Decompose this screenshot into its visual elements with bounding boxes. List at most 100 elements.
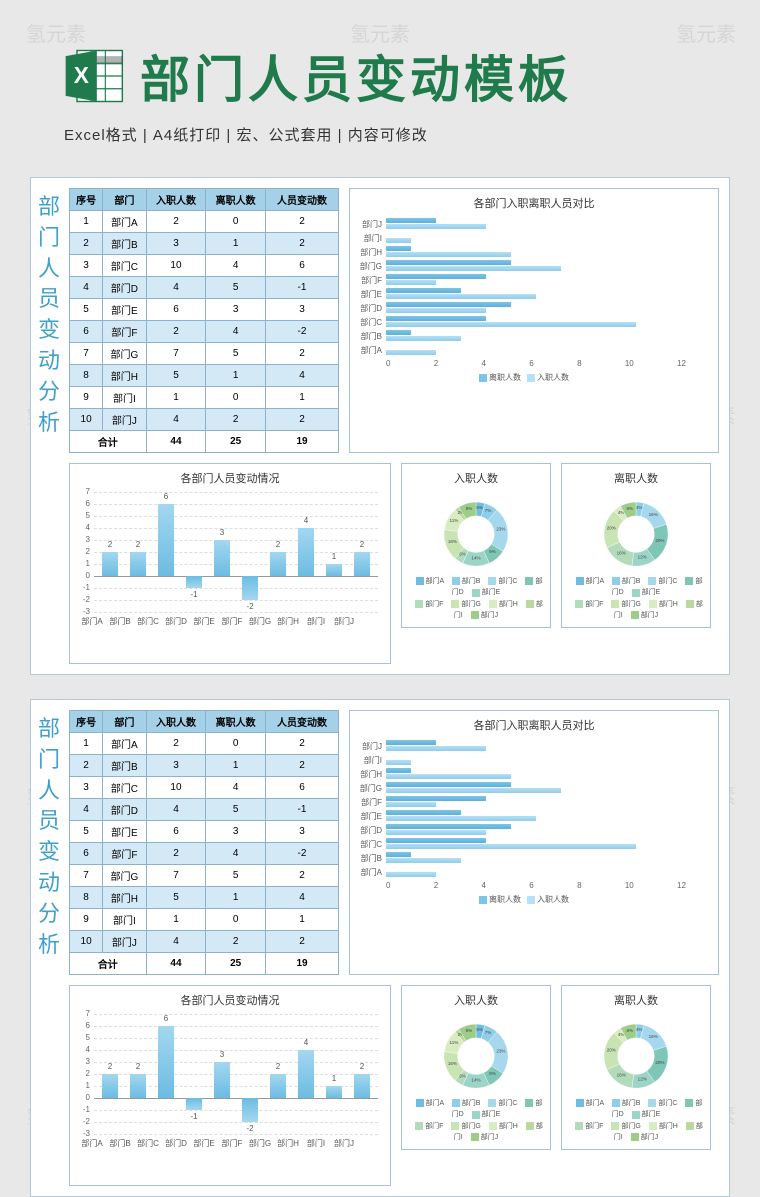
vbar-chart-box: 各部门人员变动情况 -3-2-101234567部门A部门B部门C部门D部门E部…: [69, 463, 391, 664]
side-label: 部门人员变动分析: [37, 192, 63, 438]
excel-icon: X: [60, 42, 128, 110]
analysis-panel: 部门人员变动分析 序号部门入职人数离职人数人员变动数 1部门A2022部门B31…: [30, 699, 730, 1197]
footer-in: 44: [146, 953, 206, 975]
donut-in-title: 入职人数: [454, 470, 498, 486]
svg-text:8%: 8%: [626, 506, 633, 511]
svg-text:20%: 20%: [655, 1060, 664, 1065]
svg-text:12%: 12%: [638, 554, 647, 559]
svg-text:23%: 23%: [496, 1049, 505, 1054]
table-row: 1部门A202: [70, 211, 339, 233]
svg-text:12%: 12%: [638, 1076, 647, 1081]
svg-text:5%: 5%: [476, 505, 483, 510]
table-row: 3部门C1046: [70, 777, 339, 799]
svg-text:16%: 16%: [649, 512, 658, 517]
footer-chg: 19: [266, 431, 339, 453]
subtitle: Excel格式 | A4纸打印 | 宏、公式套用 | 内容可修改: [0, 118, 760, 165]
table-row: 2部门B312: [70, 755, 339, 777]
svg-text:9%: 9%: [466, 1028, 473, 1033]
col-header: 离职人数: [206, 189, 266, 211]
svg-text:14%: 14%: [471, 1077, 480, 1082]
table-row: 5部门E633: [70, 299, 339, 321]
table-row: 1部门A202: [70, 733, 339, 755]
hbar-chart-box: 各部门入职离职人员对比 部门J部门I部门H部门G部门F部门E部门D部门C部门B部…: [349, 188, 719, 453]
svg-text:9%: 9%: [466, 506, 473, 511]
footer-out: 25: [206, 953, 266, 975]
col-header: 部门: [103, 711, 146, 733]
donut-out: 4%16%20%12%16%20%4%8%: [581, 496, 691, 572]
vbar-chart: -3-2-101234567部门A部门B部门C部门D部门E部门F部门G部门H部门…: [76, 1014, 384, 1179]
footer-in: 44: [146, 431, 206, 453]
col-header: 序号: [70, 189, 103, 211]
svg-text:9%: 9%: [489, 549, 496, 554]
header: X 部门人员变动模板: [0, 0, 760, 118]
svg-text:9%: 9%: [489, 1071, 496, 1076]
svg-text:7%: 7%: [485, 508, 492, 513]
col-header: 离职人数: [206, 711, 266, 733]
donut-out-box: 离职人数 4%16%20%12%16%20%4%8% 部门A 部门B 部门C 部…: [561, 463, 711, 628]
vbar-chart: -3-2-101234567部门A部门B部门C部门D部门E部门F部门G部门H部门…: [76, 492, 384, 657]
page-title: 部门人员变动模板: [140, 40, 572, 112]
table-row: 9部门I101: [70, 909, 339, 931]
table-row: 10部门J422: [70, 409, 339, 431]
vbar-title: 各部门人员变动情况: [76, 470, 384, 486]
donut-out-title: 离职人数: [614, 470, 658, 486]
table-row: 5部门E633: [70, 821, 339, 843]
footer-chg: 19: [266, 953, 339, 975]
table-header-row: 序号部门入职人数离职人数人员变动数: [70, 711, 339, 733]
vbar-title: 各部门人员变动情况: [76, 992, 384, 1008]
data-table: 序号部门入职人数离职人数人员变动数 1部门A2022部门B3123部门C1046…: [69, 710, 339, 975]
donut-legend: 部门A 部门B 部门C 部门D 部门E部门F 部门G 部门H 部门I 部门J: [568, 576, 704, 621]
svg-text:5%: 5%: [476, 1027, 483, 1032]
svg-text:20%: 20%: [655, 538, 664, 543]
footer-label: 合计: [70, 953, 147, 975]
donut-out-box: 离职人数 4%16%20%12%16%20%4%8% 部门A 部门B 部门C 部…: [561, 985, 711, 1150]
donut-in: 5%7%23%9%14%5%16%11%2%9%: [421, 496, 531, 572]
svg-text:16%: 16%: [649, 1034, 658, 1039]
svg-text:11%: 11%: [450, 1040, 459, 1045]
analysis-panel: 部门人员变动分析 序号部门入职人数离职人数人员变动数 1部门A2022部门B31…: [30, 177, 730, 675]
svg-text:X: X: [74, 62, 89, 88]
svg-text:8%: 8%: [626, 1028, 633, 1033]
svg-text:7%: 7%: [485, 1030, 492, 1035]
hbar-chart-box: 各部门入职离职人员对比 部门J部门I部门H部门G部门F部门E部门D部门C部门B部…: [349, 710, 719, 975]
donut-in-title: 入职人数: [454, 992, 498, 1008]
col-header: 入职人数: [146, 711, 206, 733]
table-body: 1部门A2022部门B3123部门C10464部门D45-15部门E6336部门…: [70, 733, 339, 953]
table-row: 7部门G752: [70, 865, 339, 887]
table-row: 8部门H514: [70, 365, 339, 387]
donut-legend: 部门A 部门B 部门C 部门D 部门E部门F 部门G 部门H 部门I 部门J: [408, 576, 544, 621]
col-header: 部门: [103, 189, 146, 211]
svg-text:16%: 16%: [617, 550, 626, 555]
table-row: 3部门C1046: [70, 255, 339, 277]
svg-text:23%: 23%: [496, 527, 505, 532]
col-header: 序号: [70, 711, 103, 733]
footer-label: 合计: [70, 431, 147, 453]
table-row: 6部门F24-2: [70, 321, 339, 343]
svg-text:4%: 4%: [636, 1027, 643, 1032]
col-header: 入职人数: [146, 189, 206, 211]
hbar-title: 各部门入职离职人员对比: [356, 717, 712, 733]
data-table: 序号部门入职人数离职人数人员变动数 1部门A2022部门B3123部门C1046…: [69, 188, 339, 453]
table-row: 4部门D45-1: [70, 277, 339, 299]
svg-text:4%: 4%: [636, 505, 643, 510]
donut-legend: 部门A 部门B 部门C 部门D 部门E部门F 部门G 部门H 部门I 部门J: [408, 1098, 544, 1143]
side-label: 部门人员变动分析: [37, 714, 63, 960]
table-row: 8部门H514: [70, 887, 339, 909]
table-row: 2部门B312: [70, 233, 339, 255]
table-row: 9部门I101: [70, 387, 339, 409]
donut-legend: 部门A 部门B 部门C 部门D 部门E部门F 部门G 部门H 部门I 部门J: [568, 1098, 704, 1143]
svg-text:16%: 16%: [448, 539, 457, 544]
table-row: 6部门F24-2: [70, 843, 339, 865]
donut-in-box: 入职人数 5%7%23%9%14%5%16%11%2%9% 部门A 部门B 部门…: [401, 985, 551, 1150]
svg-text:11%: 11%: [450, 518, 459, 523]
svg-text:16%: 16%: [617, 1072, 626, 1077]
svg-text:20%: 20%: [607, 525, 616, 530]
donut-out-title: 离职人数: [614, 992, 658, 1008]
table-header-row: 序号部门入职人数离职人数人员变动数: [70, 189, 339, 211]
hbar-chart: 部门J部门I部门H部门G部门F部门E部门D部门C部门B部门A024681012离…: [356, 739, 686, 924]
col-header: 人员变动数: [266, 711, 339, 733]
svg-text:20%: 20%: [607, 1047, 616, 1052]
col-header: 人员变动数: [266, 189, 339, 211]
donut-in-box: 入职人数 5%7%23%9%14%5%16%11%2%9% 部门A 部门B 部门…: [401, 463, 551, 628]
svg-text:14%: 14%: [471, 555, 480, 560]
